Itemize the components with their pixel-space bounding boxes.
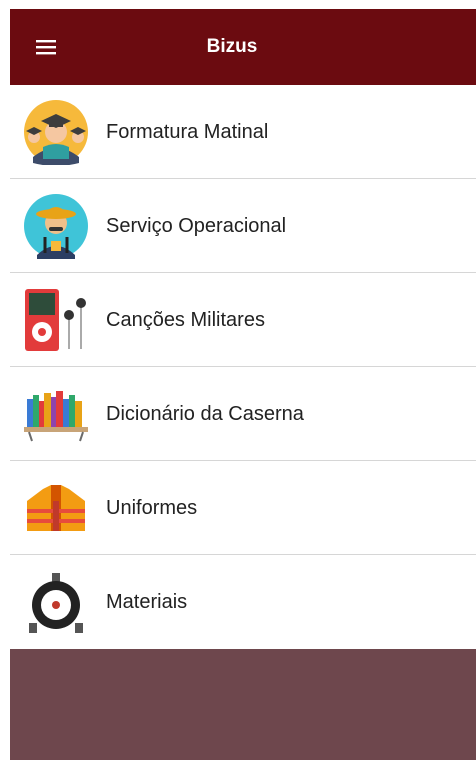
soldier-icon bbox=[24, 194, 88, 259]
jacket-icon bbox=[27, 485, 85, 531]
reel-icon bbox=[29, 573, 83, 633]
list-item-materiais[interactable]: Materiais bbox=[10, 555, 476, 649]
list-item-formatura-matinal[interactable]: Formatura Matinal bbox=[10, 85, 476, 179]
list-item-label: Formatura Matinal bbox=[106, 121, 269, 143]
list-item-label: Uniformes bbox=[106, 497, 198, 519]
list-item-uniformes[interactable]: Uniformes bbox=[10, 461, 476, 555]
bookshelf-icon bbox=[24, 391, 88, 442]
list-item-cancoes-militares[interactable]: Canções Militares bbox=[10, 273, 476, 367]
app-title: Bizus bbox=[206, 36, 258, 57]
list-item-label: Serviço Operacional bbox=[106, 215, 287, 237]
list-item-dicionario-da-caserna[interactable]: Dicionário da Caserna bbox=[10, 367, 476, 461]
music-player-icon bbox=[25, 289, 86, 351]
list-item-label: Dicionário da Caserna bbox=[106, 403, 304, 425]
graduates-icon bbox=[24, 100, 88, 165]
list-item-label: Materiais bbox=[106, 591, 188, 613]
app-screen: Bizus Formatura Matinal Serviço Operacio… bbox=[10, 9, 476, 760]
list-item-label: Canções Militares bbox=[106, 309, 265, 331]
menu-list: Formatura Matinal Serviço Operacional Ca… bbox=[10, 85, 476, 649]
app-bar: Bizus bbox=[10, 9, 476, 85]
list-item-servico-operacional[interactable]: Serviço Operacional bbox=[10, 179, 476, 273]
